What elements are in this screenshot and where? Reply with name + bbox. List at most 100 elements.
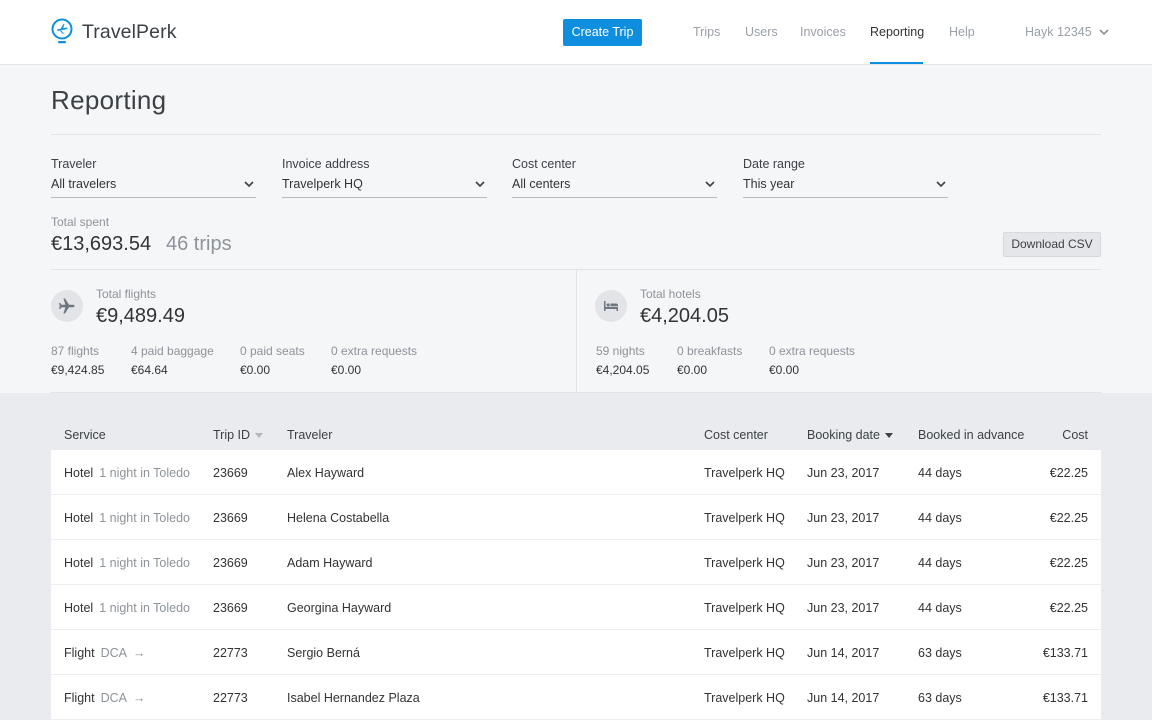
- column-header-booking-date[interactable]: Booking date: [807, 428, 893, 442]
- table-row[interactable]: Hotel 1 night in Toledo 23669 Helena Cost…: [51, 495, 1101, 540]
- cost-cell: €22.25: [1049, 511, 1088, 525]
- service-cell: Flight DCA →: [64, 691, 145, 705]
- chevron-down-icon: [936, 181, 946, 188]
- traveler-cell: Georgina Hayward: [287, 601, 392, 615]
- traveler-cell: Adam Hayward: [287, 556, 373, 570]
- bookings-table: Hotel 1 night in Toledo 23669 Alex Haywar…: [51, 450, 1101, 720]
- arrow-right-icon: →: [132, 646, 146, 660]
- table-row[interactable]: Hotel 1 night in Toledo 23669 Adam Haywar…: [51, 540, 1101, 585]
- nav-help[interactable]: Help: [949, 25, 975, 39]
- nav-users[interactable]: Users: [745, 25, 778, 39]
- filter-underline: [512, 197, 717, 198]
- service-type: Flight: [64, 646, 95, 660]
- filter-label: Traveler: [51, 157, 97, 171]
- service-cell: Hotel 1 night in Toledo: [64, 601, 190, 615]
- column-header-cost-center[interactable]: Cost center: [704, 428, 768, 442]
- cost-center-cell: Travelperk HQ: [704, 646, 785, 660]
- download-csv-button[interactable]: Download CSV: [1003, 232, 1101, 257]
- nav-reporting[interactable]: Reporting: [870, 25, 924, 39]
- service-type: Hotel: [64, 466, 94, 480]
- filter-value: All centers: [512, 177, 571, 191]
- booking-date-cell: Jun 23, 2017: [807, 556, 880, 570]
- table-row[interactable]: Hotel 1 night in Toledo 23669 Georgina Ha…: [51, 585, 1101, 630]
- service-detail: 1 night in Toledo: [99, 466, 191, 480]
- service-type: Flight: [64, 691, 95, 705]
- paid-baggage-label: 4 paid baggage: [131, 344, 214, 358]
- filter-underline: [282, 197, 487, 198]
- cost-cell: €22.25: [1049, 601, 1088, 615]
- breakfasts-label: 0 breakfasts: [677, 344, 743, 358]
- advance-cell: 44 days: [918, 511, 962, 525]
- filter-value: All travelers: [51, 177, 117, 191]
- filter-label: Date range: [743, 157, 805, 171]
- cost-cell: €133.71: [1042, 691, 1088, 705]
- advance-cell: 63 days: [918, 646, 962, 660]
- arrow-right-icon: →: [132, 691, 146, 705]
- create-trip-button[interactable]: Create Trip: [563, 19, 642, 46]
- cost-center-cell: Travelperk HQ: [704, 556, 785, 570]
- date-range-filter[interactable]: Date range This year: [743, 157, 948, 199]
- service-type: Hotel: [64, 601, 94, 615]
- booking-date-cell: Jun 14, 2017: [807, 691, 880, 705]
- traveler-cell: Helena Costabella: [287, 511, 390, 525]
- service-detail: DCA: [100, 646, 127, 660]
- column-header-label: Booking date: [807, 428, 880, 442]
- table-row[interactable]: Flight DCA → 22773 Isabel Hernandez Plaza …: [51, 675, 1101, 720]
- cost-center-cell: Travelperk HQ: [704, 601, 785, 615]
- user-menu[interactable]: Hayk 12345: [1025, 25, 1109, 39]
- trip-id-cell: 23669: [213, 511, 248, 525]
- flights-count-label: 87 flights: [51, 344, 100, 358]
- service-detail: DCA: [100, 691, 127, 705]
- sort-arrow-icon: [255, 433, 264, 439]
- flights-count-value: €9,424.85: [51, 363, 105, 377]
- booking-date-cell: Jun 23, 2017: [807, 601, 880, 615]
- column-header-traveler[interactable]: Traveler: [287, 428, 332, 442]
- column-header-cost[interactable]: Cost: [1062, 428, 1088, 442]
- column-header-label: Trip ID: [213, 428, 251, 442]
- total-hotels-amount: €4,204.05: [640, 305, 729, 327]
- service-cell: Hotel 1 night in Toledo: [64, 511, 190, 525]
- cost-cell: €22.25: [1049, 466, 1088, 480]
- invoice-address-filter[interactable]: Invoice address Travelperk HQ: [282, 157, 487, 199]
- table-row[interactable]: Hotel 1 night in Toledo 23669 Alex Haywar…: [51, 450, 1101, 495]
- cost-center-filter[interactable]: Cost center All centers: [512, 157, 717, 199]
- brand-name: TravelPerk: [82, 20, 177, 43]
- hotel-extra-requests-value: €0.00: [769, 363, 800, 377]
- advance-cell: 44 days: [918, 601, 962, 615]
- service-detail: 1 night in Toledo: [99, 511, 191, 525]
- column-header-booked-in-advance[interactable]: Booked in advance: [918, 428, 1024, 442]
- chevron-down-icon: [475, 181, 485, 188]
- logo[interactable]: TravelPerk: [51, 18, 177, 46]
- traveler-filter[interactable]: Traveler All travelers: [51, 157, 256, 199]
- breakfasts-value: €0.00: [677, 363, 708, 377]
- sort-arrow-icon: [884, 433, 893, 439]
- cost-center-cell: Travelperk HQ: [704, 466, 785, 480]
- booking-date-cell: Jun 14, 2017: [807, 646, 880, 660]
- flight-extra-requests-value: €0.00: [331, 363, 362, 377]
- paid-baggage-value: €64.64: [131, 363, 168, 377]
- divider: [51, 134, 1101, 135]
- user-name: Hayk 12345: [1025, 25, 1092, 39]
- column-header-trip-id[interactable]: Trip ID: [213, 428, 264, 442]
- booking-date-cell: Jun 23, 2017: [807, 511, 880, 525]
- total-spent-label: Total spent: [51, 215, 110, 229]
- active-tab-indicator: [870, 62, 923, 64]
- total-spent-amount: €13,693.54: [51, 233, 152, 255]
- advance-cell: 44 days: [918, 466, 962, 480]
- airplane-icon: [51, 290, 83, 322]
- service-cell: Hotel 1 night in Toledo: [64, 466, 190, 480]
- table-row[interactable]: Flight DCA → 22773 Sergio Berná Travelperk…: [51, 630, 1101, 675]
- flight-extra-requests-label: 0 extra requests: [331, 344, 418, 358]
- service-detail: 1 night in Toledo: [99, 556, 191, 570]
- nav-trips[interactable]: Trips: [693, 25, 720, 39]
- traveler-cell: Isabel Hernandez Plaza: [287, 691, 420, 705]
- trip-id-cell: 22773: [213, 646, 248, 660]
- service-type: Hotel: [64, 511, 94, 525]
- chevron-down-icon: [244, 181, 254, 188]
- filter-value: Travelperk HQ: [282, 177, 363, 191]
- advance-cell: 44 days: [918, 556, 962, 570]
- nav-invoices[interactable]: Invoices: [800, 25, 846, 39]
- traveler-cell: Alex Hayward: [287, 466, 365, 480]
- column-header-service[interactable]: Service: [64, 428, 106, 442]
- trip-id-cell: 23669: [213, 556, 248, 570]
